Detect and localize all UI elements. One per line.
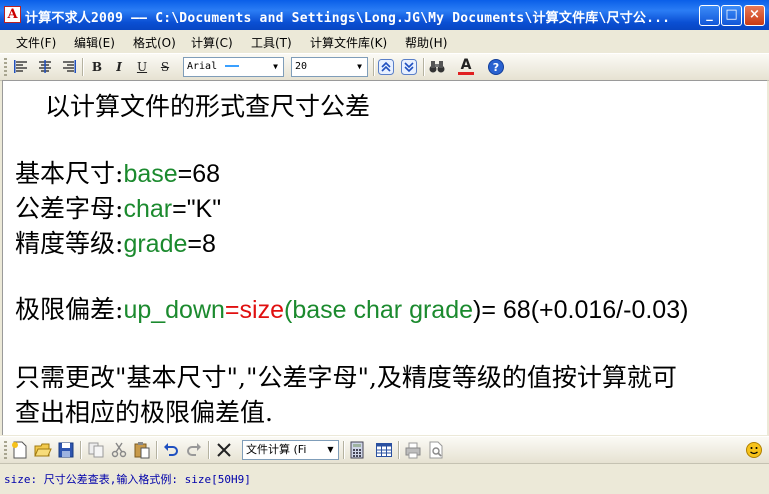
var-base: base bbox=[123, 160, 178, 188]
formula-eq: = bbox=[224, 296, 240, 324]
align-right-icon[interactable] bbox=[59, 58, 77, 76]
val-base: 68 bbox=[192, 160, 221, 188]
print-icon[interactable] bbox=[404, 441, 422, 459]
app-icon[interactable]: A bbox=[4, 6, 21, 23]
title-bar[interactable]: A 计算不求人2009 —— C:\Documents and Settings… bbox=[0, 0, 769, 30]
formula-result: = 68(+0.016/-0.03) bbox=[481, 296, 689, 324]
copy-icon[interactable] bbox=[87, 441, 105, 459]
line-base: 基本尺寸:base=68 bbox=[15, 154, 220, 190]
redo-icon[interactable] bbox=[185, 441, 203, 459]
toolbar-separator bbox=[80, 441, 82, 459]
op: = bbox=[172, 195, 187, 223]
align-left-icon[interactable] bbox=[13, 58, 31, 76]
font-size-combo[interactable]: 20 ▼ bbox=[291, 57, 368, 77]
table-icon[interactable] bbox=[375, 441, 393, 459]
line-char: 公差字母:char="K" bbox=[15, 189, 221, 225]
toolbar-separator bbox=[208, 441, 210, 459]
help-icon[interactable]: ? bbox=[487, 58, 505, 76]
menu-format[interactable]: 格式(O) bbox=[133, 34, 176, 51]
toolbar-grip[interactable] bbox=[4, 58, 7, 76]
menu-calc-library[interactable]: 计算文件库(K) bbox=[310, 34, 387, 51]
new-file-icon[interactable] bbox=[11, 441, 29, 459]
open-folder-icon[interactable] bbox=[34, 441, 52, 459]
note-line-1: 只需更改"基本尺寸","公差字母",及精度等级的值按计算就可 bbox=[15, 363, 677, 392]
menu-bar: 文件(F) 编辑(E) 格式(O) 计算(C) 工具(T) 计算文件库(K) 帮… bbox=[0, 30, 769, 52]
toolbar-separator bbox=[82, 58, 84, 76]
print-preview-icon[interactable] bbox=[427, 441, 445, 459]
calculator-icon[interactable] bbox=[348, 441, 366, 459]
op: = bbox=[177, 160, 193, 188]
menu-calculate[interactable]: 计算(C) bbox=[191, 34, 233, 51]
window-title: 计算不求人2009 —— C:\Documents and Settings\L… bbox=[25, 11, 671, 26]
paste-icon[interactable] bbox=[133, 441, 151, 459]
status-bar: size: 尺寸公差查表,输入格式例: size[50H9] bbox=[0, 463, 769, 494]
close-button[interactable]: × bbox=[744, 5, 765, 26]
op: = bbox=[187, 230, 202, 258]
toolbar-separator bbox=[373, 58, 375, 76]
italic-icon[interactable]: I bbox=[110, 58, 128, 76]
menu-help[interactable]: 帮助(H) bbox=[405, 34, 447, 51]
document-heading: 以计算文件的形式查尺寸公差 bbox=[45, 92, 371, 121]
val-char: "K" bbox=[186, 195, 222, 223]
svg-text:?: ? bbox=[493, 61, 499, 74]
strikethrough-icon[interactable]: S bbox=[156, 58, 174, 76]
toolbar-grip[interactable] bbox=[4, 441, 7, 459]
label-char: 公差字母: bbox=[15, 194, 124, 223]
chevron-down-icon[interactable]: ▼ bbox=[269, 59, 282, 75]
font-color-icon[interactable]: A bbox=[457, 57, 475, 75]
var-char: char bbox=[123, 195, 173, 223]
calc-mode-combo[interactable]: 文件计算 (Fi ▼ bbox=[242, 440, 339, 460]
line-formula: 极限偏差:up_down=size(base char grade)= 68(+… bbox=[15, 290, 688, 326]
menu-edit[interactable]: 编辑(E) bbox=[74, 34, 115, 51]
label-formula: 极限偏差: bbox=[15, 295, 124, 324]
format-toolbar: B I U S Arial ▼ 20 ▼ A ? bbox=[0, 53, 769, 81]
undo-icon[interactable] bbox=[162, 441, 180, 459]
label-base: 基本尺寸: bbox=[15, 159, 124, 188]
val-grade: 8 bbox=[202, 230, 216, 258]
move-down-icon[interactable] bbox=[400, 58, 418, 76]
toolbar-separator bbox=[156, 441, 158, 459]
minimize-button[interactable]: _ bbox=[699, 5, 720, 26]
font-size-value: 20 bbox=[295, 61, 308, 72]
bottom-toolbar: 文件计算 (Fi ▼ bbox=[0, 436, 769, 463]
label-grade: 精度等级: bbox=[15, 229, 124, 258]
line-grade: 精度等级:grade=8 bbox=[15, 224, 216, 260]
font-name-value: Arial bbox=[187, 61, 218, 72]
menu-tools[interactable]: 工具(T) bbox=[251, 34, 292, 51]
bold-icon[interactable]: B bbox=[88, 58, 106, 76]
save-icon[interactable] bbox=[57, 441, 75, 459]
calc-mode-value: 文件计算 (Fi bbox=[246, 443, 307, 456]
cut-icon[interactable] bbox=[110, 441, 128, 459]
func-size: size bbox=[239, 296, 284, 324]
var-grade: grade bbox=[123, 230, 188, 258]
binoculars-icon[interactable] bbox=[428, 58, 446, 76]
note-line-2: 查出相应的极限偏差值. bbox=[15, 398, 273, 427]
font-name-combo[interactable]: Arial ▼ bbox=[183, 57, 284, 77]
maximize-button[interactable]: □ bbox=[721, 5, 742, 26]
func-args: base char grade bbox=[292, 296, 474, 324]
document-editor[interactable]: 以计算文件的形式查尺寸公差 基本尺寸:base=68 公差字母:char="K"… bbox=[2, 80, 767, 435]
chevron-down-icon[interactable]: ▼ bbox=[324, 442, 337, 458]
font-preview-bar bbox=[225, 65, 240, 67]
delete-icon[interactable] bbox=[215, 441, 233, 459]
app-window: A 计算不求人2009 —— C:\Documents and Settings… bbox=[0, 0, 769, 494]
chevron-down-icon[interactable]: ▼ bbox=[353, 59, 366, 75]
menu-file[interactable]: 文件(F) bbox=[16, 34, 56, 51]
smiley-icon[interactable] bbox=[745, 441, 763, 459]
toolbar-separator bbox=[398, 441, 400, 459]
align-center-icon[interactable] bbox=[36, 58, 54, 76]
var-up-down: up_down bbox=[123, 296, 225, 324]
toolbar-separator bbox=[343, 441, 345, 459]
move-up-icon[interactable] bbox=[377, 58, 395, 76]
status-text: size: 尺寸公差查表,输入格式例: size[50H9] bbox=[4, 473, 251, 486]
toolbar-separator bbox=[423, 58, 425, 76]
underline-icon[interactable]: U bbox=[133, 58, 151, 76]
